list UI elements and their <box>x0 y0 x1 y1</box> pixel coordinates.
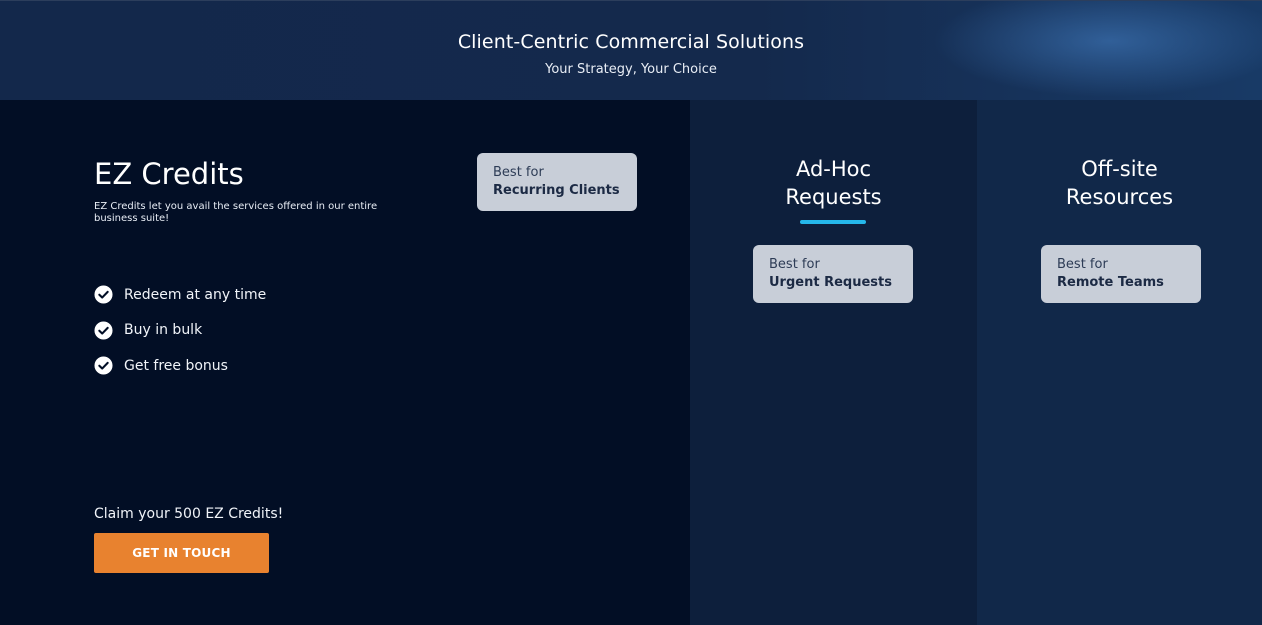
ez-credits-title: EZ Credits <box>94 157 244 191</box>
check-circle-icon <box>94 321 113 340</box>
feature-label: Buy in bulk <box>124 322 203 339</box>
badge-label: Best for <box>493 165 544 180</box>
title-line: Resources <box>1065 185 1174 209</box>
badge-label: Best for <box>1057 257 1108 272</box>
page: Client-Centric Commercial Solutions Your… <box>0 0 1262 625</box>
feature-item: Buy in bulk <box>94 313 266 349</box>
check-circle-icon <box>94 285 113 304</box>
page-title: Client-Centric Commercial Solutions <box>457 31 805 53</box>
header-banner: Client-Centric Commercial Solutions Your… <box>0 0 1262 101</box>
page-subtitle: Your Strategy, Your Choice <box>545 62 717 77</box>
title-line: Requests <box>785 185 882 209</box>
check-circle-icon <box>94 356 113 375</box>
active-tab-indicator <box>800 220 866 224</box>
claim-credits-text: Claim your 500 EZ Credits! <box>94 506 284 522</box>
best-for-badge-urgent: Best for Urgent Requests <box>753 245 913 303</box>
badge-value: Remote Teams <box>1057 275 1164 290</box>
title-line: Off-site <box>1081 157 1158 181</box>
feature-list: Redeem at any time Buy in bulk Get free … <box>94 277 266 384</box>
tab-ad-hoc-requests[interactable]: Ad-Hoc Requests Best for Urgent Requests <box>690 100 977 625</box>
best-for-badge-remote: Best for Remote Teams <box>1041 245 1201 303</box>
feature-item: Redeem at any time <box>94 277 266 313</box>
best-for-badge-recurring: Best for Recurring Clients <box>477 153 637 211</box>
ez-credits-panel: EZ Credits EZ Credits let you avail the … <box>0 100 690 625</box>
feature-item: Get free bonus <box>94 348 266 384</box>
feature-label: Get free bonus <box>124 357 228 374</box>
badge-value: Recurring Clients <box>493 183 620 198</box>
badge-label: Best for <box>769 257 820 272</box>
feature-label: Redeem at any time <box>124 286 267 303</box>
off-site-resources-title: Off-site Resources <box>977 155 1262 211</box>
badge-value: Urgent Requests <box>769 275 892 290</box>
ad-hoc-requests-title: Ad-Hoc Requests <box>690 155 977 211</box>
tab-off-site-resources[interactable]: Off-site Resources Best for Remote Teams <box>977 100 1262 625</box>
title-line: Ad-Hoc <box>795 157 872 181</box>
get-in-touch-button[interactable]: GET IN TOUCH <box>94 533 269 573</box>
ez-credits-description: EZ Credits let you avail the services of… <box>94 201 378 224</box>
